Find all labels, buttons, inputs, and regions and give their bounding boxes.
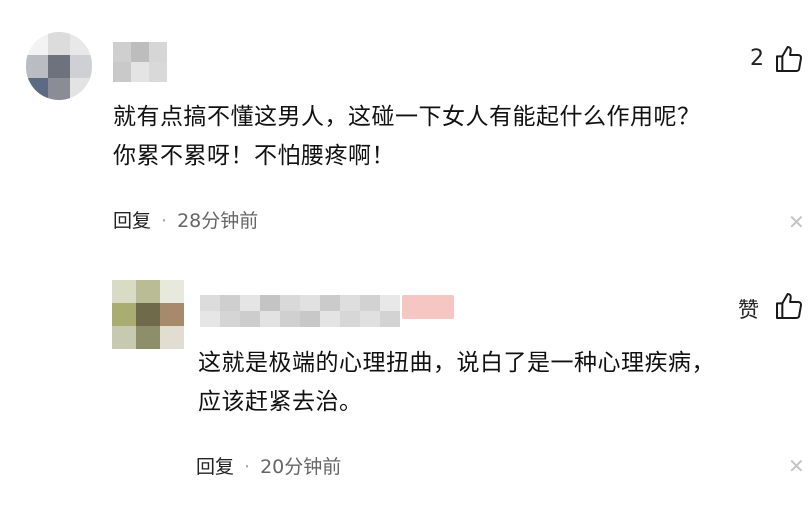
close-icon[interactable]: ✕ [788, 212, 805, 232]
like-count: 2 [750, 46, 764, 71]
comment-text: 就有点搞不懂这男人，这碰一下女人有能起什么作用呢？ 你累不累呀！不怕腰疼啊！ [113, 98, 810, 176]
reply-button[interactable]: 回复 [113, 210, 151, 232]
avatar[interactable] [112, 280, 184, 350]
like-label: 赞 [738, 298, 759, 322]
reply-text-line: 这就是极端的心理扭曲，说白了是一种心理疾病， [198, 350, 715, 376]
comment-meta: 回复 · 28分钟前 [113, 206, 258, 233]
username[interactable] [200, 295, 400, 327]
separator-dot: · [244, 456, 251, 478]
comment-text-line: 你累不累呀！不怕腰疼啊！ [113, 143, 395, 169]
reply-meta: 回复 · 20分钟前 [196, 452, 341, 479]
separator-dot: · [161, 210, 168, 232]
timestamp: 20分钟前 [260, 456, 342, 478]
close-icon[interactable]: ✕ [788, 456, 805, 476]
thumbs-up-icon[interactable] [773, 290, 805, 322]
comment-text-line: 就有点搞不懂这男人，这碰一下女人有能起什么作用呢？ [113, 104, 701, 130]
reply-text-line: 应该赶紧去治。 [198, 389, 363, 415]
username[interactable] [113, 42, 167, 82]
avatar[interactable] [26, 32, 92, 100]
reply-button[interactable]: 回复 [196, 456, 234, 478]
timestamp: 28分钟前 [177, 210, 259, 232]
reply-text: 这就是极端的心理扭曲，说白了是一种心理疾病， 应该赶紧去治。 [198, 344, 810, 422]
user-badge [402, 295, 454, 319]
thumbs-up-icon[interactable] [773, 43, 805, 75]
